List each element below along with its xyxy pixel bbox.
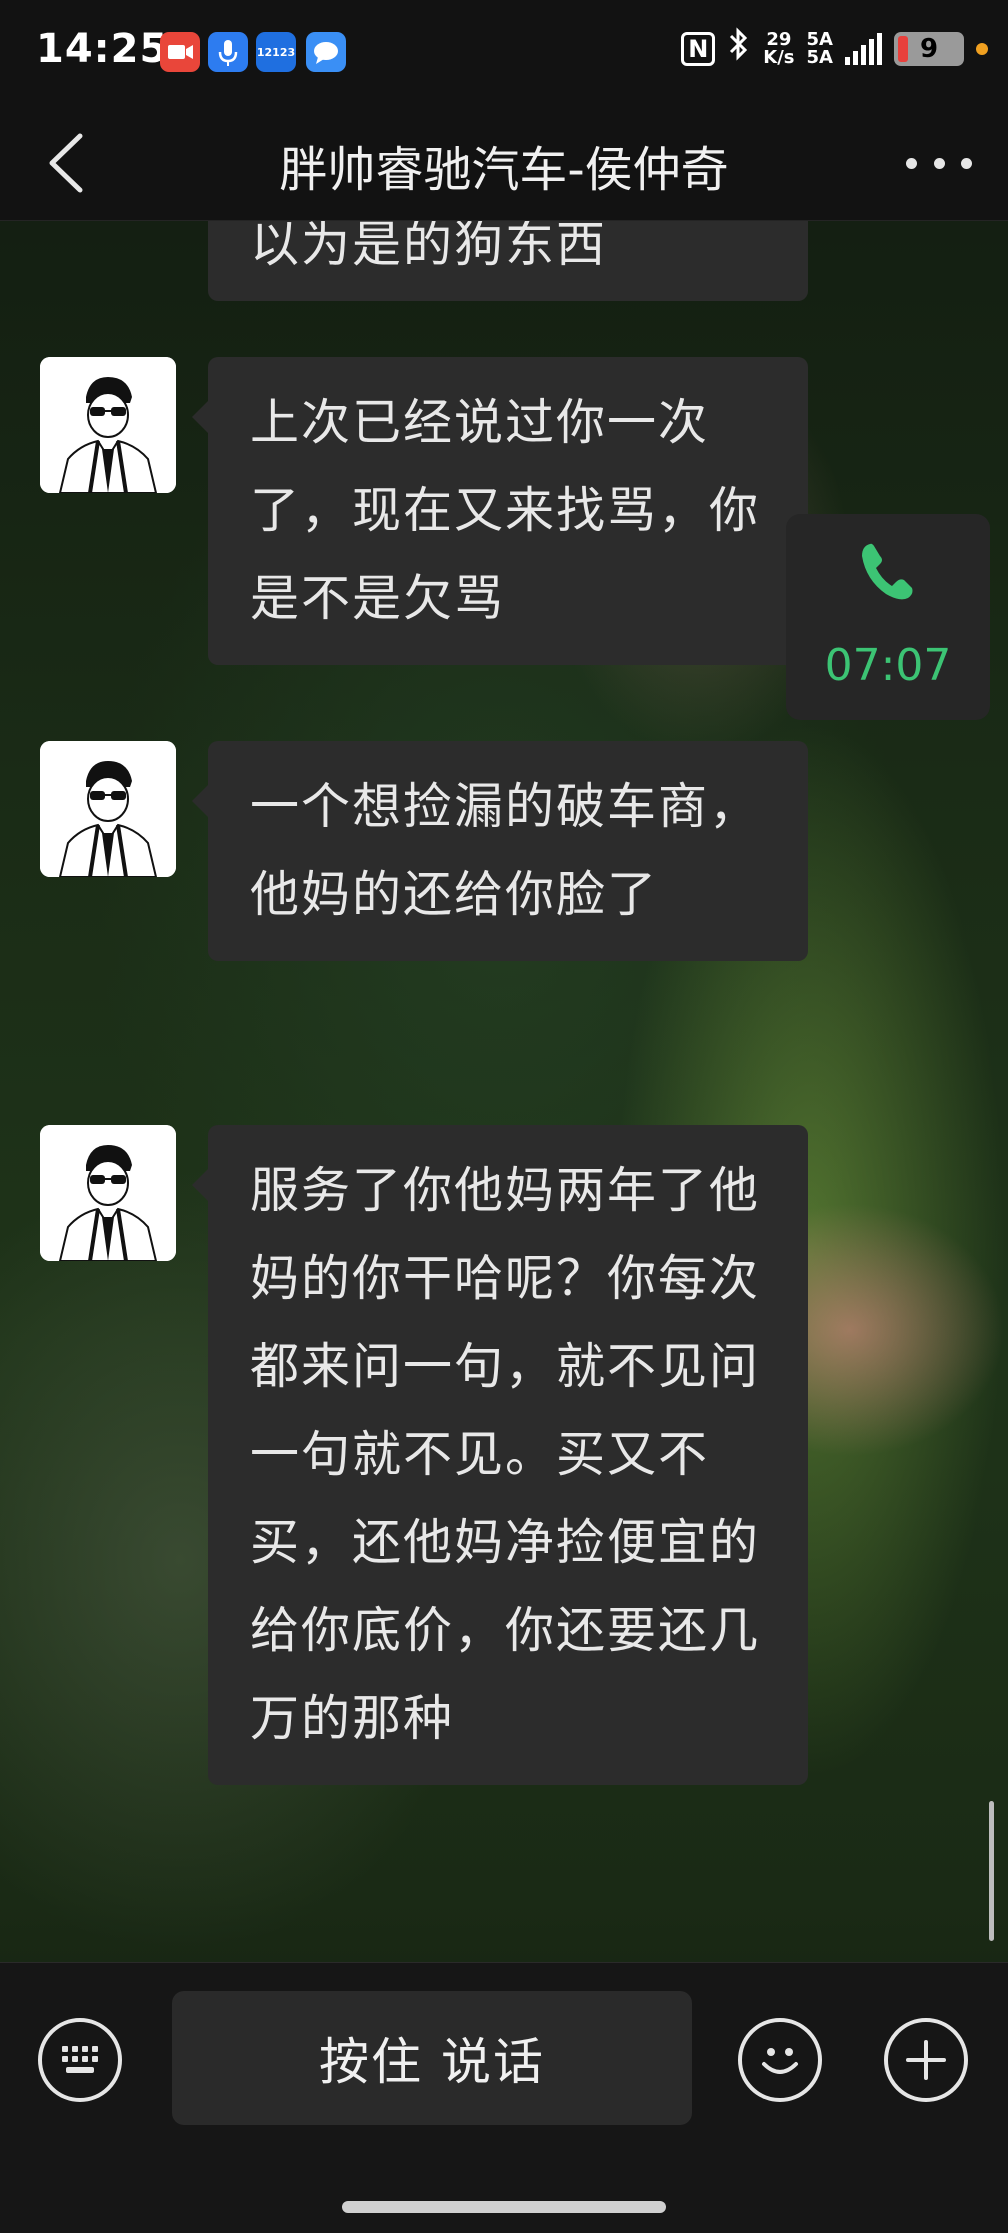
video-app-icon xyxy=(160,32,200,72)
dot-icon xyxy=(933,157,945,169)
message-text: 服务了你他妈两年了他妈的你干哈呢？你每次都来问一句，就不见问一句就不见。买又不买… xyxy=(250,1162,761,1747)
chat-header: 胖帅睿驰汽车-侯仲奇 xyxy=(0,106,1008,221)
message-text: 上次已经说过你一次了，现在又来找骂，你是不是欠骂 xyxy=(250,394,761,627)
nfc-icon: N xyxy=(681,31,716,66)
message-text: 一个想捡漏的破车商，他妈的还给你脸了 xyxy=(250,778,761,923)
traffic-12123-icon: 12123 xyxy=(256,32,296,72)
hold-to-talk-button[interactable]: 按住 说话 xyxy=(172,1991,692,2125)
chat-title: 胖帅睿驰汽车-侯仲奇 xyxy=(279,142,729,198)
battery-level: 9 xyxy=(919,33,939,64)
message-bubble[interactable]: 一个想捡漏的破车商，他妈的还给你脸了 xyxy=(192,741,808,961)
message-bubble[interactable]: 以为是的狗东西 xyxy=(208,221,808,301)
dot-icon xyxy=(906,157,917,169)
scrollbar-thumb[interactable] xyxy=(989,1801,994,1941)
voice-call-record[interactable]: 07:07 xyxy=(786,514,990,720)
back-button[interactable] xyxy=(40,128,100,198)
bluetooth-icon xyxy=(727,26,751,71)
avatar-image xyxy=(40,1125,176,1261)
sim1-label: 5A xyxy=(806,28,833,50)
phone-icon xyxy=(862,543,913,600)
battery-icon: 9 xyxy=(894,31,964,66)
message-text: 以为是的狗东西 xyxy=(250,221,608,273)
contact-avatar[interactable] xyxy=(40,1125,176,1261)
traffic-12123-label: 12123 xyxy=(256,45,296,59)
chevron-left-icon xyxy=(49,133,83,193)
status-bar: 14:25 12123 N 29 K/s 5A 5A 9 xyxy=(0,0,1008,106)
contact-avatar[interactable] xyxy=(40,741,176,877)
net-speed-unit: K/s xyxy=(763,46,795,68)
status-indicators: N 29 K/s 5A 5A 9 xyxy=(681,26,988,71)
avatar-image xyxy=(40,741,176,877)
sim-labels: 5A 5A xyxy=(806,28,833,68)
input-bar: 按住 说话 xyxy=(0,1962,1008,2233)
plus-icon xyxy=(906,2040,946,2080)
chat-bubble-icon xyxy=(306,32,346,72)
voice-app-icon xyxy=(208,32,248,72)
more-functions-button[interactable] xyxy=(884,2018,968,2102)
sim2-label: 5A xyxy=(806,46,833,68)
message-list[interactable]: 以为是的狗东西 上次已经说过你一次了，现在又来找骂，你是不是欠骂 07:07 一… xyxy=(0,221,1008,1961)
net-speed: 29 K/s xyxy=(763,28,795,68)
home-indicator[interactable] xyxy=(342,2201,666,2213)
notification-dot-icon xyxy=(976,42,988,55)
status-time: 14:25 xyxy=(36,26,169,72)
message-bubble[interactable]: 服务了你他妈两年了他妈的你干哈呢？你每次都来问一句，就不见问一句就不见。买又不买… xyxy=(192,1125,808,1785)
message-bubble[interactable]: 上次已经说过你一次了，现在又来找骂，你是不是欠骂 xyxy=(192,357,808,665)
keyboard-icon xyxy=(62,2046,98,2073)
contact-avatar[interactable] xyxy=(40,357,176,493)
call-duration: 07:07 xyxy=(824,640,952,691)
signal-bars-icon xyxy=(845,32,882,65)
smiley-icon xyxy=(762,2048,798,2074)
net-speed-value: 29 xyxy=(766,28,792,50)
emoji-button[interactable] xyxy=(738,2018,822,2102)
dot-icon xyxy=(961,157,972,169)
avatar-image xyxy=(40,357,176,493)
keyboard-toggle-button[interactable] xyxy=(38,2018,122,2102)
more-options-button[interactable] xyxy=(906,148,972,178)
